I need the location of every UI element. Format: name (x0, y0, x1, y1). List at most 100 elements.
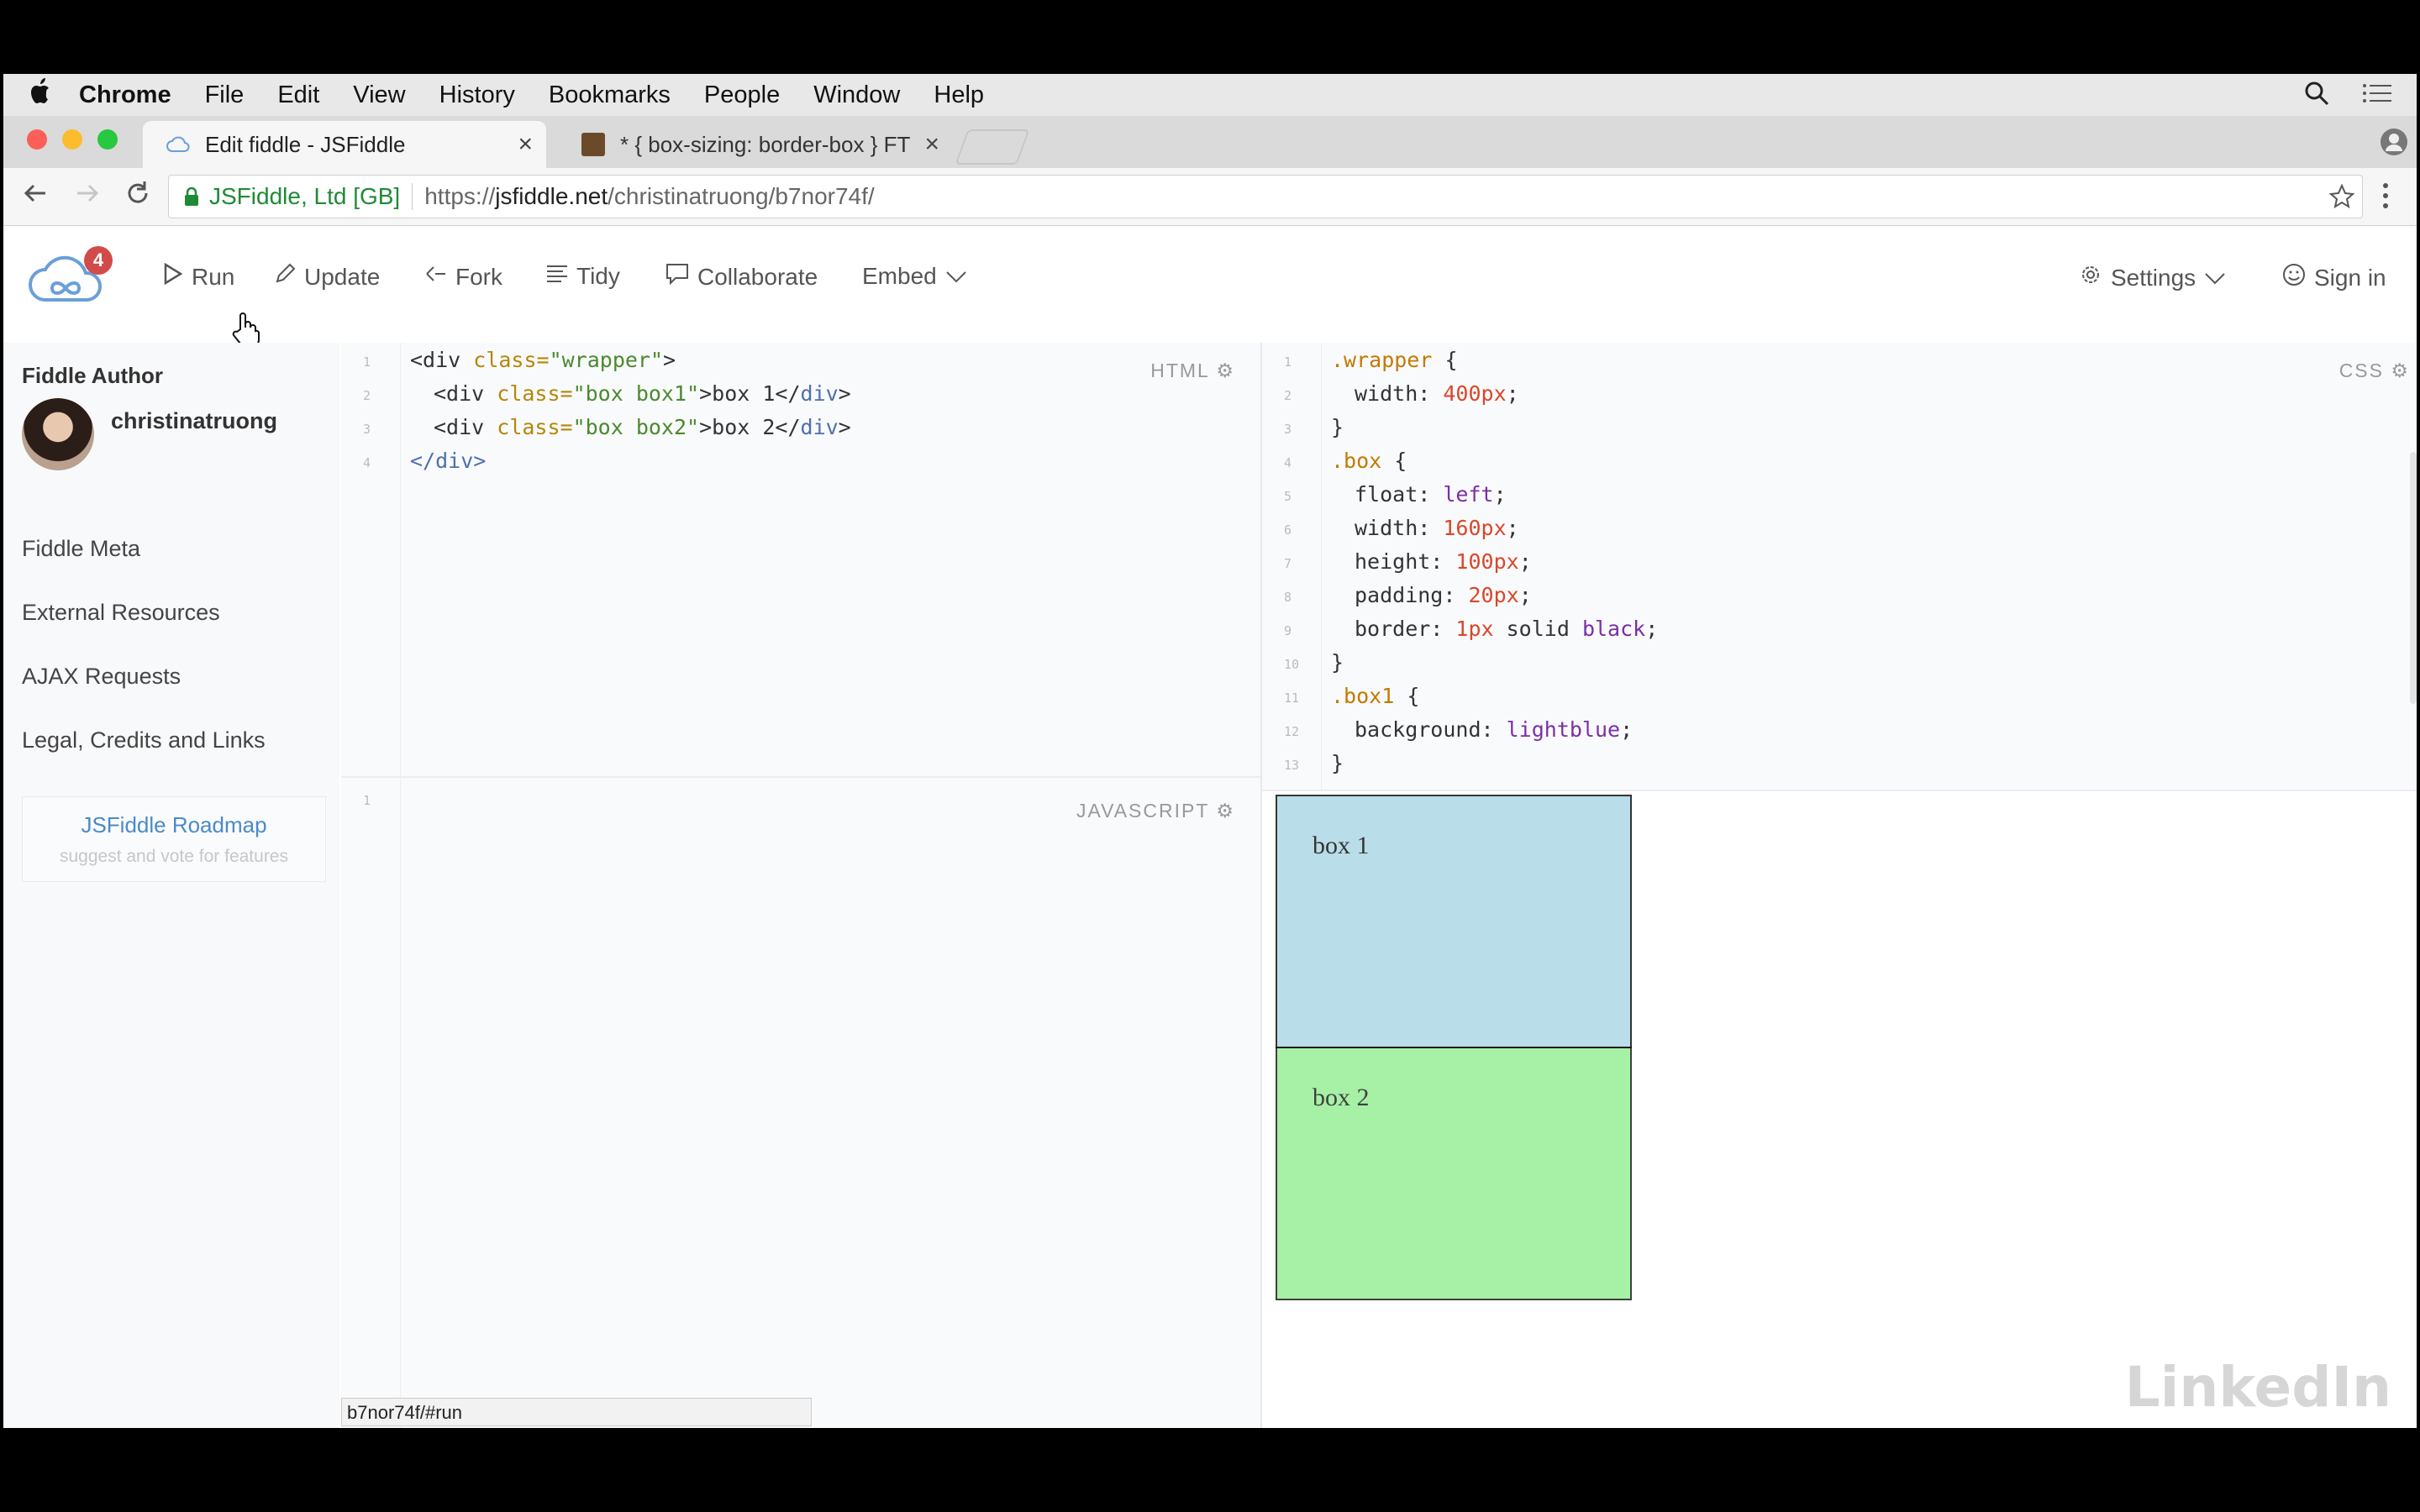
tab-edit-fiddle[interactable]: Edit fiddle - JSFiddle × (143, 121, 546, 168)
line-number: 2 (1284, 388, 1292, 403)
profile-icon[interactable] (2380, 128, 2408, 160)
css-panel-label[interactable]: CSS ⚙ (2339, 360, 2410, 382)
avatar[interactable] (22, 398, 94, 470)
line-number: 12 (1284, 724, 1300, 739)
code-line: <div class="box box2">box 2</div> (434, 415, 851, 439)
code-line: width: 400px; (1355, 381, 1519, 406)
sidebar-item-fiddle-meta[interactable]: Fiddle Meta (22, 536, 140, 562)
code-line: .box1 { (1331, 684, 1420, 708)
code-line: <div class="box box1">box 1</div> (434, 381, 851, 406)
tidy-button[interactable]: Tidy (546, 263, 620, 290)
embed-dropdown[interactable]: Embed (862, 263, 967, 290)
javascript-editor[interactable]: 1 JAVASCRIPT ⚙ (341, 776, 1260, 1428)
forward-icon[interactable] (72, 178, 103, 216)
tab-title: * { box-sizing: border-box } FT (620, 131, 911, 157)
sidebar-item-ajax-requests[interactable]: AJAX Requests (22, 664, 181, 690)
minimize-window-button[interactable] (62, 129, 82, 150)
new-tab-button[interactable] (955, 129, 1030, 165)
jsfiddle-favicon-icon (166, 133, 190, 156)
tidy-lines-icon (546, 263, 568, 290)
line-number: 3 (1284, 422, 1292, 437)
spotlight-search-icon[interactable] (2304, 81, 2329, 113)
line-number: 2 (363, 388, 371, 403)
roadmap-subtitle: suggest and vote for features (59, 847, 288, 866)
menu-window[interactable]: Window (813, 81, 900, 109)
roadmap-card[interactable]: JSFiddle Roadmap suggest and vote for fe… (22, 796, 326, 882)
chat-bubble-icon (666, 263, 689, 291)
menu-bookmarks[interactable]: Bookmarks (549, 81, 671, 109)
settings-dropdown[interactable]: Settings (2079, 263, 2226, 292)
menu-edit[interactable]: Edit (277, 81, 319, 109)
javascript-panel-label[interactable]: JAVASCRIPT ⚙ (1076, 800, 1235, 822)
author-name[interactable]: christinatruong (111, 408, 277, 434)
lock-icon (184, 186, 199, 213)
menu-file[interactable]: File (205, 81, 245, 109)
notification-badge: 4 (84, 246, 113, 275)
html-editor[interactable]: 1 2 3 4 <div class="wrapper"> <div class… (341, 343, 1260, 776)
sidebar-title: Fiddle Author (22, 363, 164, 388)
tab-box-sizing[interactable]: * { box-sizing: border-box } FT × (558, 121, 953, 168)
line-number: 13 (1284, 758, 1300, 773)
gear-icon: ⚙ (2391, 360, 2410, 381)
notification-center-icon[interactable] (2363, 82, 2391, 111)
css-editor[interactable]: 1 2 3 4 5 6 7 8 9 10 11 12 13 .wrapper {… (1262, 343, 2417, 791)
line-number: 1 (1284, 354, 1292, 370)
js-gutter (341, 778, 401, 1428)
update-label: Update (304, 263, 381, 290)
fork-label: Fork (455, 263, 502, 290)
back-icon[interactable] (20, 178, 50, 216)
chevron-down-icon (2204, 265, 2226, 291)
menu-chrome[interactable]: Chrome (79, 81, 171, 109)
url-protocol: https:// (424, 183, 496, 209)
sign-in-button[interactable]: Sign in (2282, 263, 2386, 292)
sign-in-label: Sign in (2314, 264, 2386, 291)
smiley-icon (2282, 263, 2306, 292)
menu-history[interactable]: History (439, 81, 515, 109)
collaborate-button[interactable]: Collaborate (666, 263, 818, 291)
code-line: border: 1px solid black; (1355, 617, 1659, 641)
apple-icon[interactable] (3, 78, 79, 112)
chrome-menu-icon[interactable] (2381, 181, 2390, 218)
linkedin-watermark: LinkedIn (2124, 1355, 2391, 1420)
maximize-window-button[interactable] (97, 129, 118, 150)
tab-title: Edit fiddle - JSFiddle (205, 131, 406, 157)
line-number: 8 (1284, 590, 1292, 605)
result-panel: box 1 box 2 LinkedIn (1262, 793, 2417, 1428)
close-window-button[interactable] (27, 129, 47, 150)
line-number: 1 (363, 354, 371, 370)
reload-icon[interactable] (123, 178, 153, 216)
html-gutter (341, 343, 401, 776)
code-line: width: 160px; (1355, 516, 1519, 540)
code-line: .box { (1331, 449, 1407, 473)
bookmark-star-icon[interactable] (2328, 183, 2355, 216)
address-bar[interactable]: JSFiddle, Ltd [GB] https://jsfiddle.net /… (168, 175, 2363, 218)
update-button[interactable]: Update (274, 263, 380, 291)
menu-help[interactable]: Help (934, 81, 984, 109)
code-line: } (1331, 751, 1344, 775)
line-number: 4 (1284, 455, 1292, 470)
roadmap-title: JSFiddle Roadmap (81, 812, 267, 837)
result-box-2: box 2 (1276, 1047, 1632, 1300)
gear-icon: ⚙ (1216, 360, 1235, 381)
close-tab-icon[interactable]: × (518, 130, 533, 159)
line-number: 5 (1284, 489, 1292, 504)
screen: Chrome File Edit View History Bookmarks … (3, 74, 2417, 1428)
sidebar-item-external-resources[interactable]: External Resources (22, 600, 220, 626)
status-bar-url: b7nor74f/#run (341, 1398, 812, 1426)
tidy-label: Tidy (576, 263, 620, 289)
css-gutter (1262, 343, 1322, 790)
line-number: 9 (1284, 623, 1292, 638)
close-tab-icon[interactable]: × (924, 130, 939, 159)
chevron-down-icon (945, 263, 967, 290)
mac-menubar: Chrome File Edit View History Bookmarks … (3, 74, 2417, 116)
code-line: float: left; (1355, 482, 1507, 507)
scrollbar[interactable] (2410, 452, 2417, 704)
fork-button[interactable]: Fork (425, 263, 502, 291)
line-number: 1 (363, 793, 371, 808)
menu-view[interactable]: View (353, 81, 405, 109)
run-button[interactable]: Run (163, 262, 234, 291)
html-panel-label[interactable]: HTML ⚙ (1150, 360, 1235, 382)
menu-people[interactable]: People (704, 81, 780, 109)
sidebar-item-legal[interactable]: Legal, Credits and Links (22, 727, 266, 753)
code-line: } (1331, 650, 1344, 675)
